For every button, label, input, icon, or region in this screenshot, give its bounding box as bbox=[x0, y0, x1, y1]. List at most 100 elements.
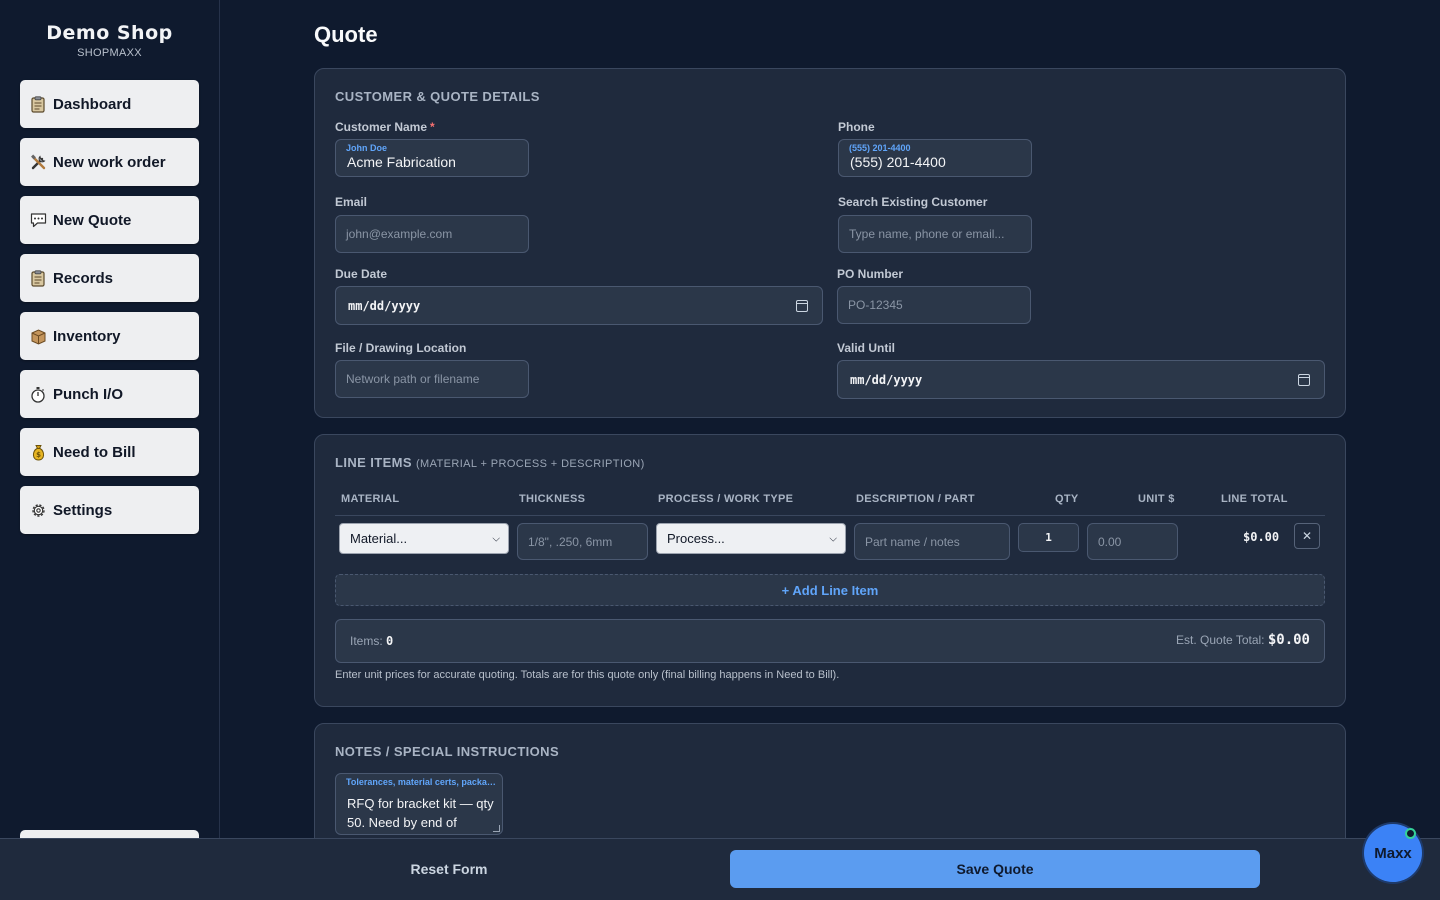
clipboard-icon bbox=[29, 95, 47, 113]
gear-icon bbox=[29, 501, 47, 519]
svg-text:$: $ bbox=[36, 451, 41, 459]
column-header-description: DESCRIPTION / PART bbox=[856, 493, 975, 505]
page-title: Quote bbox=[314, 22, 378, 47]
sidebar-item-label: Settings bbox=[53, 501, 113, 519]
due-date-label: Due Date bbox=[335, 267, 388, 281]
description-input[interactable]: Part name / notes bbox=[854, 523, 1010, 560]
table-header-divider bbox=[335, 515, 1325, 516]
po-number-placeholder: PO-12345 bbox=[848, 298, 903, 312]
due-date-input[interactable]: mm/dd/yyyy bbox=[335, 286, 823, 325]
stopwatch-icon bbox=[29, 385, 47, 403]
add-line-item-button[interactable]: + Add Line Item bbox=[335, 574, 1325, 606]
money-bag-icon: $ bbox=[29, 443, 47, 461]
unit-price-input[interactable]: 0.00 bbox=[1087, 523, 1178, 560]
customer-name-input[interactable]: John Doe Acme Fabrication bbox=[335, 139, 529, 177]
calendar-icon[interactable] bbox=[796, 299, 808, 312]
remove-line-button[interactable]: ✕ bbox=[1294, 523, 1320, 549]
qty-input[interactable]: 1 bbox=[1018, 523, 1079, 552]
notes-text: RFQ for bracket kit — qty 50. Need by en… bbox=[347, 796, 494, 830]
customer-name-value: Acme Fabrication bbox=[347, 154, 456, 170]
column-header-material: MATERIAL bbox=[341, 493, 400, 505]
speech-bubble-icon bbox=[29, 211, 47, 229]
thickness-input[interactable]: 1/8", .250, 6mm bbox=[517, 523, 648, 560]
sidebar-item-label: New Quote bbox=[53, 211, 132, 229]
online-status-dot bbox=[1405, 828, 1416, 839]
phone-value: (555) 201-4400 bbox=[850, 154, 946, 170]
line-items-card bbox=[314, 434, 1346, 707]
email-label: Email bbox=[335, 195, 368, 209]
notes-section-title: NOTES / SPECIAL INSTRUCTIONS bbox=[335, 744, 560, 759]
assistant-button[interactable]: Maxx bbox=[1364, 824, 1422, 882]
process-select[interactable]: Process... ⌵ bbox=[656, 523, 846, 554]
resize-handle[interactable] bbox=[493, 825, 500, 832]
items-count: Items: 0 bbox=[350, 634, 394, 648]
column-header-process: PROCESS / WORK TYPE bbox=[658, 493, 794, 505]
search-customer-input[interactable]: Type name, phone or email... bbox=[838, 215, 1032, 253]
sidebar-item-label: New work order bbox=[53, 153, 166, 171]
process-select-value: Process... bbox=[667, 531, 725, 546]
po-number-label: PO Number bbox=[837, 267, 904, 281]
sidebar-item-punch-io[interactable]: Punch I/O bbox=[20, 370, 199, 418]
phone-float-label: (555) 201-4400 bbox=[849, 143, 911, 153]
valid-until-input[interactable]: mm/dd/yyyy bbox=[837, 360, 1325, 399]
description-placeholder: Part name / notes bbox=[865, 534, 960, 549]
line-total-value: $0.00 bbox=[1243, 530, 1280, 544]
reset-form-button[interactable]: Reset Form bbox=[380, 850, 518, 888]
sidebar-item-label: Dashboard bbox=[53, 95, 132, 113]
phone-input[interactable]: (555) 201-4400 (555) 201-4400 bbox=[838, 139, 1032, 177]
customer-section-title: CUSTOMER & QUOTE DETAILS bbox=[335, 89, 540, 104]
file-location-placeholder: Network path or filename bbox=[346, 372, 480, 386]
search-customer-label: Search Existing Customer bbox=[838, 195, 988, 209]
calendar-icon[interactable] bbox=[1298, 373, 1310, 386]
customer-name-label: Customer Name * bbox=[335, 120, 435, 134]
brand-subtitle: SHOPMAXX bbox=[77, 47, 142, 59]
sidebar-item-new-work-order[interactable]: New work order bbox=[20, 138, 199, 186]
sidebar-item-dashboard[interactable]: Dashboard bbox=[20, 80, 199, 128]
column-header-line-total: LINE TOTAL bbox=[1221, 493, 1288, 505]
sidebar-nav: Dashboard New work order New Quote Recor… bbox=[20, 80, 199, 544]
brand-title: Demo Shop bbox=[46, 22, 173, 44]
notes-float-label: Tolerances, material certs, packaging... bbox=[346, 777, 496, 787]
unit-price-placeholder: 0.00 bbox=[1098, 534, 1122, 549]
column-header-unit-price: UNIT $ bbox=[1138, 493, 1175, 505]
line-items-subtitle: (MATERIAL + PROCESS + DESCRIPTION) bbox=[415, 458, 645, 470]
phone-label: Phone bbox=[838, 120, 875, 134]
column-header-qty: QTY bbox=[1055, 493, 1079, 505]
assistant-label: Maxx bbox=[1374, 844, 1412, 862]
sidebar-item-inventory[interactable]: Inventory bbox=[20, 312, 199, 360]
po-number-input[interactable]: PO-12345 bbox=[837, 286, 1031, 324]
brand: Demo Shop SHOPMAXX bbox=[0, 0, 219, 59]
sidebar-item-need-to-bill[interactable]: $ Need to Bill bbox=[20, 428, 199, 476]
clipboard-icon bbox=[29, 269, 47, 287]
quote-totals-bar: Items: 0 Est. Quote Total: $0.00 bbox=[335, 619, 1325, 663]
customer-name-float-label: John Doe bbox=[346, 143, 388, 153]
sidebar-item-records[interactable]: Records bbox=[20, 254, 199, 302]
valid-until-label: Valid Until bbox=[837, 341, 896, 355]
material-select[interactable]: Material... ⌵ bbox=[339, 523, 509, 554]
line-items-help-text: Enter unit prices for accurate quoting. … bbox=[335, 669, 840, 681]
chevron-down-icon: ⌵ bbox=[829, 533, 837, 544]
close-icon: ✕ bbox=[1301, 529, 1313, 543]
sidebar-item-settings[interactable]: Settings bbox=[20, 486, 199, 534]
file-location-input[interactable]: Network path or filename bbox=[335, 360, 529, 398]
valid-until-value: mm/dd/yyyy bbox=[850, 372, 923, 387]
notes-textarea[interactable]: Tolerances, material certs, packaging...… bbox=[335, 773, 503, 835]
column-header-thickness: THICKNESS bbox=[519, 493, 586, 505]
tools-icon bbox=[29, 153, 47, 171]
email-input[interactable]: john@example.com bbox=[335, 215, 529, 253]
sidebar-item-new-quote[interactable]: New Quote bbox=[20, 196, 199, 244]
search-customer-placeholder: Type name, phone or email... bbox=[849, 227, 1005, 241]
sidebar: Demo Shop SHOPMAXX Dashboard New work or… bbox=[0, 0, 220, 840]
chevron-down-icon: ⌵ bbox=[492, 533, 500, 544]
save-quote-button[interactable]: Save Quote bbox=[730, 850, 1260, 888]
file-location-label: File / Drawing Location bbox=[335, 341, 467, 355]
sidebar-item-label: Punch I/O bbox=[53, 385, 124, 403]
material-select-value: Material... bbox=[350, 531, 408, 546]
sidebar-item-label: Need to Bill bbox=[53, 443, 136, 461]
due-date-value: mm/dd/yyyy bbox=[348, 298, 421, 313]
estimated-total: Est. Quote Total: $0.00 bbox=[1176, 632, 1310, 648]
thickness-placeholder: 1/8", .250, 6mm bbox=[528, 534, 613, 549]
box-icon bbox=[29, 327, 47, 345]
sidebar-item-label: Inventory bbox=[53, 327, 121, 345]
line-items-section-title: LINE ITEMS (MATERIAL + PROCESS + DESCRIP… bbox=[335, 455, 645, 470]
